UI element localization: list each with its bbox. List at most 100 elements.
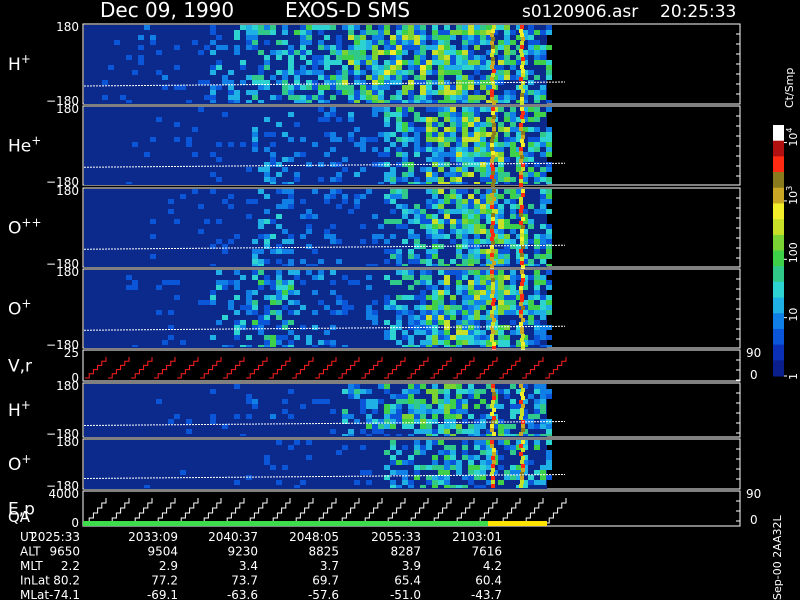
heatmap-cell [540, 167, 546, 172]
heatmap-cell [390, 80, 396, 85]
heatmap-cell [480, 264, 486, 266]
heatmap-cell [504, 244, 510, 249]
heatmap-cell [426, 132, 432, 137]
heatmap-cell [534, 270, 540, 275]
colorbar-tick-exponent: 4 [785, 127, 794, 132]
heatmap-cell [540, 465, 546, 470]
heatmap-cell [450, 50, 456, 55]
heatmap-cell [264, 167, 270, 172]
heatmap-stripe-cell [490, 404, 494, 408]
heatmap-cell [366, 25, 372, 30]
heatmap-cell [444, 90, 450, 95]
spectrogram-figure: Dec 09, 1990 EXOS-D SMS s0120906.asr 20:… [8, 0, 800, 600]
heatmap-cell [468, 465, 474, 470]
heatmap-cell [270, 300, 276, 305]
heatmap-cell [216, 177, 222, 182]
heatmap-cell [504, 95, 510, 100]
heatmap-cell [468, 424, 474, 429]
heatmap-cell [186, 419, 192, 424]
heatmap-cell [300, 152, 306, 157]
heatmap-cell [474, 25, 480, 30]
heatmap-cell [432, 117, 438, 122]
colorbar-swatch [773, 234, 784, 251]
heatmap-cell [528, 50, 534, 55]
heatmap-cell [426, 280, 432, 285]
heatmap-cell [456, 100, 462, 103]
heatmap-cell [264, 239, 270, 244]
heatmap-cell [396, 194, 402, 199]
heatmap-cell [312, 55, 318, 60]
heatmap-cell [174, 280, 180, 285]
heatmap-cell [264, 25, 270, 30]
heatmap-cell [300, 40, 306, 45]
heatmap-cell [426, 295, 432, 300]
heatmap-cell [480, 470, 486, 475]
heatmap-cell [138, 45, 144, 50]
panel-stack: H+180−180He+180−180O++180−180O+180−180V,… [8, 20, 761, 530]
heatmap-cell [324, 100, 330, 103]
heatmap-cell [456, 142, 462, 147]
heatmap-cell [342, 310, 348, 315]
heatmap-cell [390, 55, 396, 60]
heatmap-cell [408, 80, 414, 85]
heatmap-cell [390, 112, 396, 117]
heatmap-cell [450, 305, 456, 310]
heatmap-cell [462, 445, 468, 450]
heatmap-cell [264, 40, 270, 45]
heatmap-cell [384, 85, 390, 90]
heatmap-cell [420, 450, 426, 455]
heatmap-cell [456, 209, 462, 214]
heatmap-cell [444, 290, 450, 295]
heatmap-cell [396, 35, 402, 40]
heatmap-cell [282, 75, 288, 80]
heatmap-stripe-cell [520, 41, 524, 45]
panel-y-top: 180 [56, 265, 79, 279]
heatmap-cell [504, 254, 510, 259]
heatmap-cell [534, 100, 540, 103]
heatmap-cell [468, 254, 474, 259]
heatmap-stripe-cell [519, 452, 523, 456]
heatmap-cell [408, 434, 414, 436]
heatmap-cell [414, 100, 420, 103]
heatmap-cell [264, 30, 270, 35]
heatmap-cell [174, 414, 180, 419]
heatmap-cell [390, 194, 396, 199]
heatmap-cell [114, 40, 120, 45]
heatmap-cell [432, 310, 438, 315]
heatmap-cell [276, 214, 282, 219]
heatmap-cell [402, 310, 408, 315]
heatmap-cell [408, 394, 414, 399]
heatmap-cell [504, 137, 510, 142]
heatmap-stripe-cell [521, 193, 525, 197]
heatmap-cell [240, 142, 246, 147]
heatmap-cell [174, 65, 180, 70]
heatmap-cell [216, 280, 222, 285]
heatmap-cell [504, 429, 510, 434]
heatmap-cell [324, 399, 330, 404]
heatmap-cell [528, 167, 534, 172]
ephemeris-value: -74.1 [49, 588, 80, 600]
heatmap-cell [546, 65, 552, 70]
heatmap-cell [444, 35, 450, 40]
heatmap-cell [426, 234, 432, 239]
heatmap-cell [384, 300, 390, 305]
heatmap-cell [276, 259, 282, 264]
heatmap-cell [288, 320, 294, 325]
heatmap-cell [234, 295, 240, 300]
heatmap-stripe-cell [491, 107, 495, 111]
heatmap-cell [282, 465, 288, 470]
heatmap-cell [468, 414, 474, 419]
heatmap-stripe-cell [492, 342, 496, 346]
heatmap-cell [546, 270, 552, 275]
heatmap-cell [324, 25, 330, 30]
heatmap-cell [432, 35, 438, 40]
heatmap-cell [438, 137, 444, 142]
heatmap-cell [390, 300, 396, 305]
heatmap-cell [360, 85, 366, 90]
heatmap-cell [510, 199, 516, 204]
heatmap-cell [498, 280, 504, 285]
heatmap-cell [504, 100, 510, 103]
heatmap-stripe-cell [492, 261, 496, 265]
ephemeris-row-label: MLT [20, 559, 43, 573]
heatmap-cell [504, 239, 510, 244]
